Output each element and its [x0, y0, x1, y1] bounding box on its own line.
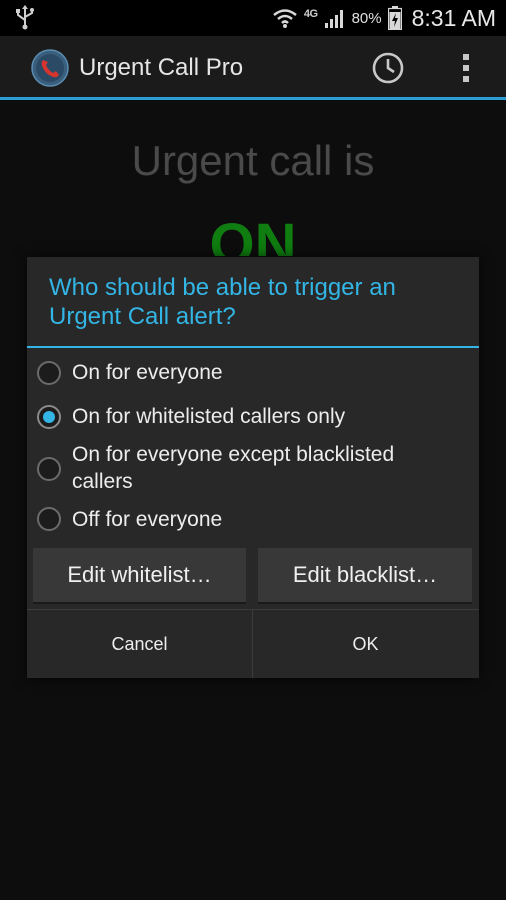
option-label: On for everyone except blacklisted calle… [72, 443, 395, 493]
edit-blacklist-button[interactable]: Edit blacklist… [258, 548, 472, 604]
wifi-icon [273, 9, 297, 28]
option-label: On for everyone [72, 361, 223, 384]
ok-button[interactable]: OK [253, 610, 478, 678]
phone-icon[interactable] [31, 49, 69, 87]
signal-icon [324, 10, 343, 28]
radio-everyone[interactable] [37, 361, 61, 385]
usb-icon [16, 5, 34, 30]
battery-charging-icon [387, 6, 402, 30]
network-type-label: 4G [303, 8, 318, 20]
status-bar: 4G 80% 8:31 AM [0, 0, 506, 36]
dialog-title: Who should be able to trigger an Urgent … [49, 274, 396, 330]
battery-percent: 80% [351, 9, 382, 27]
overflow-menu-icon[interactable] [456, 51, 476, 85]
status-heading: Urgent call is [131, 137, 375, 184]
option-label: On for whitelisted callers only [72, 405, 346, 428]
cancel-button[interactable]: Cancel [27, 610, 252, 678]
radio-except-blacklisted[interactable] [37, 457, 61, 481]
dialog-divider [27, 346, 479, 348]
status-clock: 8:31 AM [411, 4, 496, 31]
action-bar: Urgent Call Pro [0, 36, 506, 100]
app-title: Urgent Call Pro [79, 54, 244, 81]
radio-whitelisted[interactable] [37, 405, 61, 429]
history-icon[interactable] [371, 51, 405, 85]
radio-off[interactable] [37, 507, 61, 531]
edit-whitelist-button[interactable]: Edit whitelist… [33, 548, 246, 604]
trigger-dialog: Who should be able to trigger an Urgent … [27, 257, 479, 678]
status-value: ON [209, 212, 297, 256]
option-label: Off for everyone [72, 508, 223, 531]
